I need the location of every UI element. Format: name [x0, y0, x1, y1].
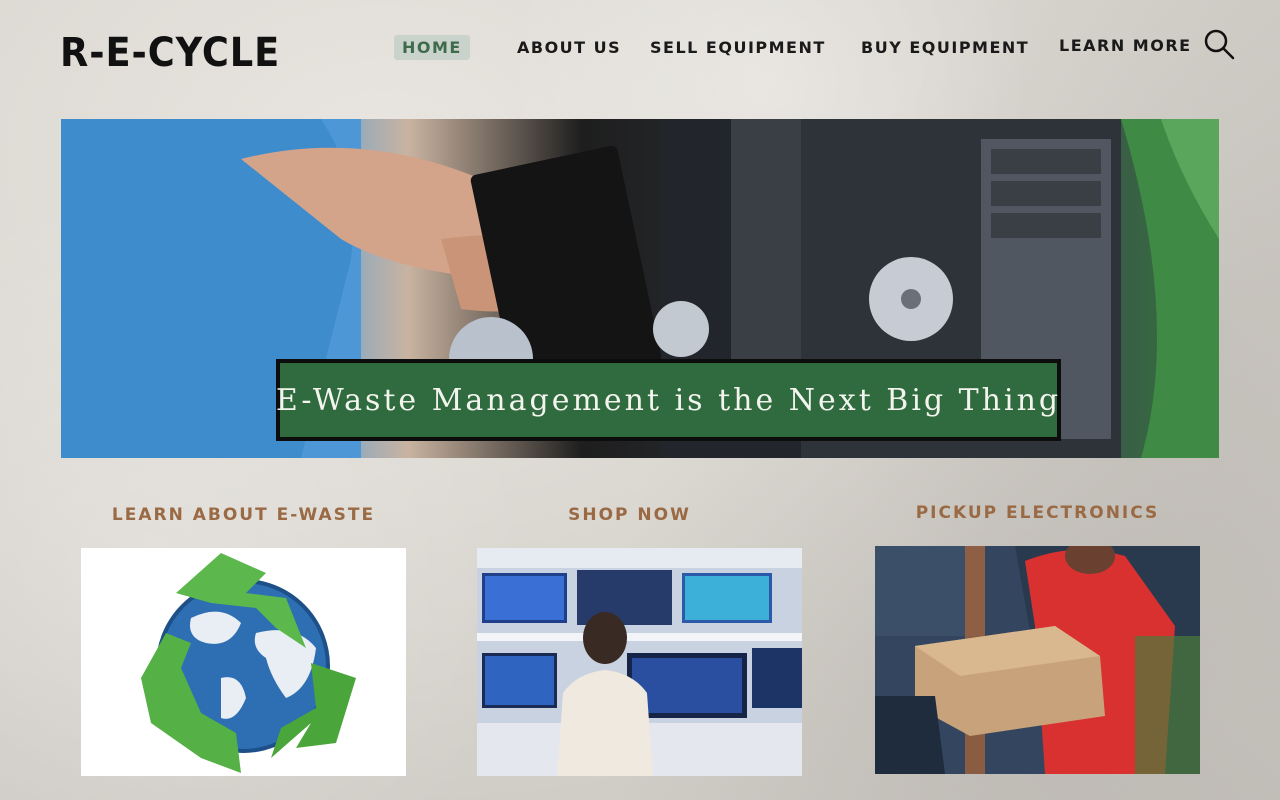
nav-learn-more[interactable]: LEARN MORE	[1059, 36, 1192, 55]
site-logo[interactable]: R-E-CYCLE	[60, 30, 280, 76]
nav-about-us[interactable]: ABOUT US	[517, 38, 621, 57]
card-title-learn[interactable]: LEARN ABOUT E-WASTE	[81, 505, 406, 525]
hero-headline: E-Waste Management is the Next Big Thing	[275, 382, 1062, 418]
nav-sell-equipment[interactable]: SELL EQUIPMENT	[650, 38, 826, 57]
recycle-globe-image[interactable]	[81, 548, 406, 776]
nav-home[interactable]: HOME	[394, 35, 470, 60]
nav-buy-equipment[interactable]: BUY EQUIPMENT	[861, 38, 1029, 57]
search-icon[interactable]	[1203, 28, 1235, 60]
hero-banner: E-Waste Management is the Next Big Thing	[276, 359, 1061, 441]
package-delivery-image[interactable]	[875, 546, 1200, 774]
card-title-pickup[interactable]: PICKUP ELECTRONICS	[875, 503, 1200, 523]
electronics-store-image[interactable]	[477, 548, 802, 776]
card-title-shop[interactable]: SHOP NOW	[467, 505, 792, 525]
